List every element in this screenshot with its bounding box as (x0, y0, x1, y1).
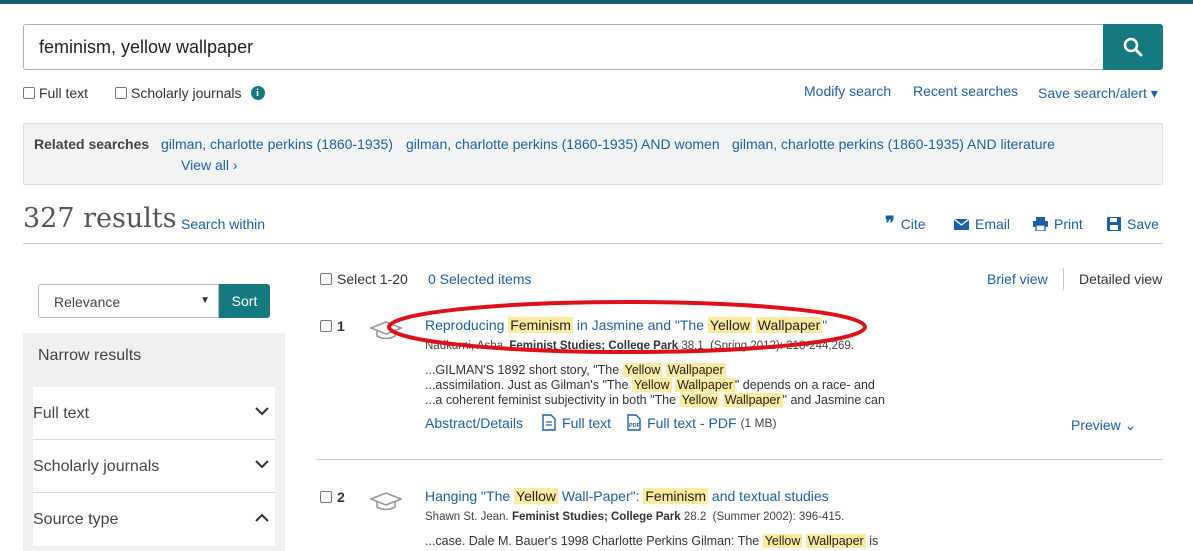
search-within-link[interactable]: Search within (181, 216, 265, 232)
result-select-1[interactable]: 1 (320, 318, 345, 334)
select-all-checkbox[interactable] (320, 273, 332, 285)
facet-source-type[interactable]: Source type (33, 493, 275, 546)
svg-text:PDF: PDF (629, 423, 641, 429)
result-number: 2 (337, 489, 345, 505)
print-button[interactable]: Print (1033, 216, 1083, 232)
view-separator (1063, 268, 1064, 290)
floppy-disk-icon (1107, 217, 1121, 231)
result-number: 1 (337, 318, 345, 334)
caret-down-icon: ▼ (200, 295, 210, 306)
pdf-icon: PDF (627, 414, 641, 431)
sort-select[interactable]: Relevance ▼ (38, 284, 219, 318)
result-snippet: ...a coherent feminist subjectivity in b… (425, 393, 885, 407)
result-divider (316, 459, 1163, 460)
facet-full-text[interactable]: Full text (33, 387, 275, 440)
search-icon (1123, 37, 1143, 57)
scholarly-option[interactable]: Scholarly journals i (115, 85, 265, 101)
save-label: Save (1127, 216, 1159, 232)
scholarly-label: Scholarly journals (131, 85, 242, 101)
abstract-details-link[interactable]: Abstract/Details (425, 415, 523, 431)
quote-icon: ❞ (885, 213, 895, 234)
annotation-oval (387, 300, 867, 354)
save-button[interactable]: Save (1107, 216, 1159, 232)
pdf-size: (1 MB) (740, 415, 777, 430)
result-checkbox[interactable] (320, 491, 332, 503)
full-text-link[interactable]: Full text (562, 415, 611, 431)
preview-toggle[interactable]: Preview ⌄ (1071, 417, 1136, 434)
top-accent-bar (0, 0, 1193, 4)
select-all-row[interactable]: Select 1-20 (320, 271, 408, 287)
printer-icon (1033, 217, 1048, 231)
results-count: 327 results (23, 203, 177, 234)
search-input[interactable]: feminism, yellow wallpaper (23, 24, 1104, 70)
related-search-link[interactable]: gilman, charlotte perkins (1860-1935) AN… (406, 136, 720, 152)
result-snippet: ...GILMAN'S 1892 short story, "The Yello… (425, 363, 726, 377)
info-icon[interactable]: i (250, 86, 265, 100)
sort-button[interactable]: Sort (219, 284, 270, 318)
related-search-link[interactable]: gilman, charlotte perkins (1860-1935) (161, 136, 393, 152)
result-citation: Shawn St. Jean. Feminist Studies; Colleg… (425, 511, 845, 523)
search-button[interactable] (1103, 24, 1163, 70)
document-icon (542, 414, 556, 431)
chevron-down-icon (255, 403, 269, 421)
save-search-alert-link[interactable]: Save search/alert ▾ (1038, 85, 1158, 102)
scholarly-journal-icon (370, 492, 402, 511)
view-all-link[interactable]: View all › (181, 157, 238, 173)
email-button[interactable]: Email (954, 216, 1010, 232)
result-snippet: ...assimilation. Just as Gilman's "The Y… (425, 378, 875, 392)
related-search-link[interactable]: gilman, charlotte perkins (1860-1935) AN… (732, 136, 1055, 152)
result-checkbox[interactable] (320, 320, 332, 332)
result-snippet: ...case. Dale M. Bauer's 1998 Charlotte … (425, 534, 879, 548)
facet-scholarly-journals[interactable]: Scholarly journals (33, 440, 275, 493)
facet-label: Scholarly journals (33, 458, 160, 475)
print-label: Print (1054, 216, 1083, 232)
search-bar: feminism, yellow wallpaper ⋰ (23, 24, 1163, 70)
chevron-down-icon (255, 456, 269, 474)
full-text-checkbox[interactable] (23, 87, 35, 99)
result-title-link[interactable]: Hanging "The Yellow Wall-Paper": Feminis… (425, 488, 829, 504)
selected-items-link[interactable]: 0 Selected items (428, 271, 532, 287)
modify-search-link[interactable]: Modify search (804, 83, 891, 99)
envelope-icon (954, 218, 969, 230)
related-searches-label: Related searches (34, 136, 150, 152)
narrow-results-panel: Narrow results Full text Scholarly journ… (23, 333, 285, 551)
recent-searches-link[interactable]: Recent searches (913, 83, 1018, 99)
scholarly-checkbox[interactable] (115, 87, 127, 99)
header-divider (23, 243, 1163, 244)
chevron-up-icon (255, 509, 269, 527)
full-text-pdf-link[interactable]: Full text - PDF (647, 415, 736, 431)
cite-button[interactable]: ❞ Cite (885, 213, 926, 234)
detailed-view-label: Detailed view (1079, 271, 1163, 287)
brief-view-link[interactable]: Brief view (987, 271, 1048, 287)
full-text-option[interactable]: Full text (23, 85, 88, 101)
sort-selected-value: Relevance (54, 294, 121, 310)
related-searches-panel: Related searches gilman, charlotte perki… (23, 123, 1163, 185)
facet-label: Source type (33, 511, 119, 528)
cite-label: Cite (900, 216, 926, 232)
email-label: Email (975, 216, 1011, 232)
result-select-2[interactable]: 2 (320, 489, 345, 505)
result-links: Abstract/Details Full text PDF Full text… (425, 414, 777, 431)
facet-label: Full text (33, 405, 90, 422)
narrow-results-heading: Narrow results (38, 347, 142, 364)
select-all-label: Select 1-20 (337, 271, 408, 287)
full-text-label: Full text (39, 85, 89, 101)
resize-handle-icon: ⋰ (1091, 58, 1099, 67)
